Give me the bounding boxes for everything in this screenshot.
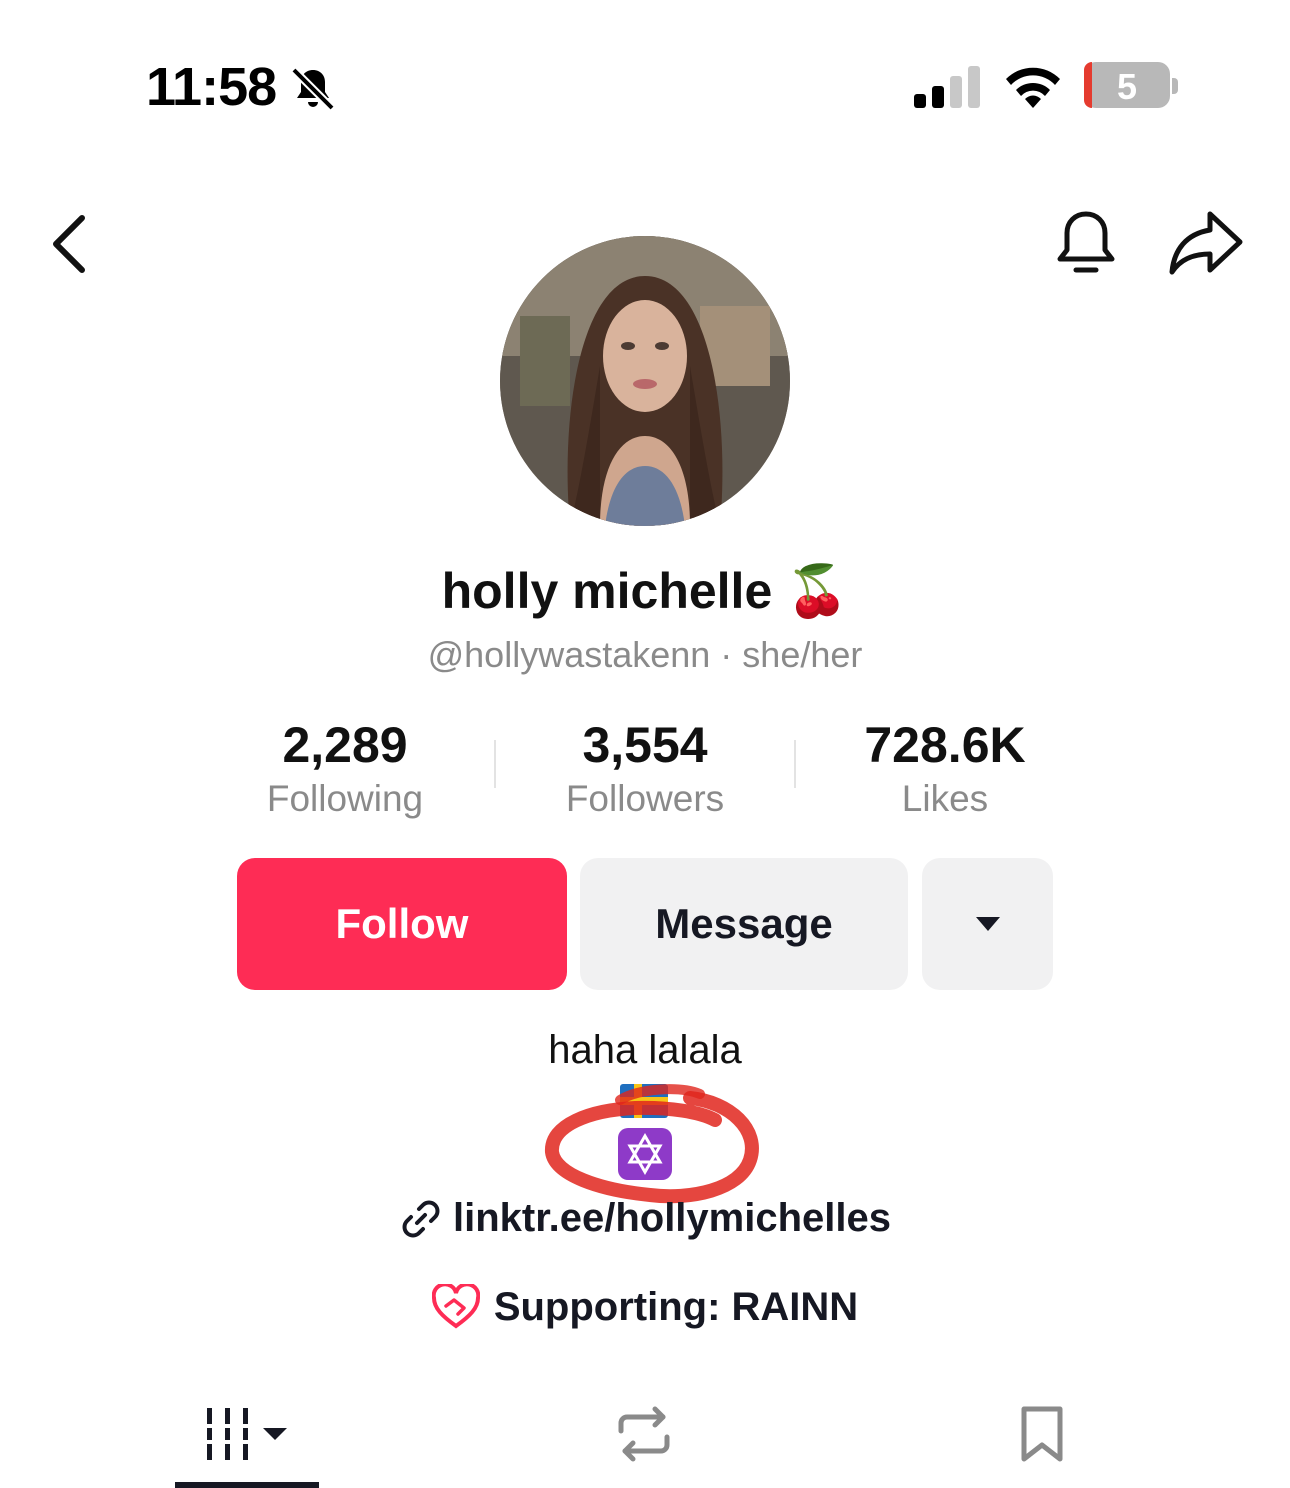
bio-text: haha lalala — [548, 1028, 742, 1072]
supporting-text: Supporting: RAINN — [493, 1284, 859, 1329]
bio-link-text: linktr.ee/hollymichelles — [453, 1196, 891, 1240]
heart-handshake-icon — [431, 1284, 480, 1329]
chevron-left-icon[interactable] — [46, 212, 96, 276]
stat-value: 728.6K — [864, 717, 1026, 773]
message-button[interactable]: Message — [580, 858, 908, 990]
stat-label: Followers — [565, 778, 725, 819]
bookmark-icon — [1021, 1406, 1063, 1462]
username-pronouns: @hollywastakenn · she/her — [427, 634, 863, 675]
active-tab-indicator — [175, 1482, 319, 1488]
more-options-button[interactable] — [922, 858, 1053, 990]
bell-icon[interactable] — [1054, 208, 1118, 278]
videos-grid-icon — [207, 1408, 287, 1460]
repost-icon — [618, 1406, 670, 1462]
battery-nub — [1172, 78, 1178, 94]
battery-icon: 5 — [1084, 62, 1170, 108]
follow-button[interactable]: Follow — [237, 858, 567, 990]
supporting-nonprofit[interactable]: Supporting: RAINN — [0, 1284, 1290, 1330]
caret-down-icon — [975, 917, 1000, 931]
share-arrow-icon[interactable] — [1168, 208, 1244, 278]
avatar-photo — [500, 236, 790, 526]
cellular-signal-icon — [914, 66, 980, 108]
stat-label: Likes — [901, 778, 989, 819]
bell-slash-icon — [291, 67, 335, 111]
stat-label: Following — [266, 778, 424, 819]
tab-videos[interactable] — [175, 1380, 319, 1488]
avatar[interactable] — [500, 236, 790, 526]
stat-likes[interactable]: 728.6K Likes — [795, 716, 1095, 820]
stat-value: 2,289 — [282, 717, 408, 773]
bio-link[interactable]: linktr.ee/hollymichelles — [0, 1196, 1290, 1241]
display-name: holly michelle 🍒 — [441, 563, 849, 619]
stat-value: 3,554 — [582, 717, 708, 773]
battery-percent: 5 — [1116, 66, 1138, 107]
tab-reposts[interactable] — [572, 1380, 716, 1488]
tab-saved[interactable] — [970, 1380, 1114, 1488]
link-icon — [402, 1200, 440, 1237]
stat-following[interactable]: 2,289 Following — [195, 716, 495, 820]
stat-followers[interactable]: 3,554 Followers — [495, 716, 795, 820]
wifi-icon — [1006, 67, 1060, 108]
status-time: 11:58 — [146, 57, 277, 117]
